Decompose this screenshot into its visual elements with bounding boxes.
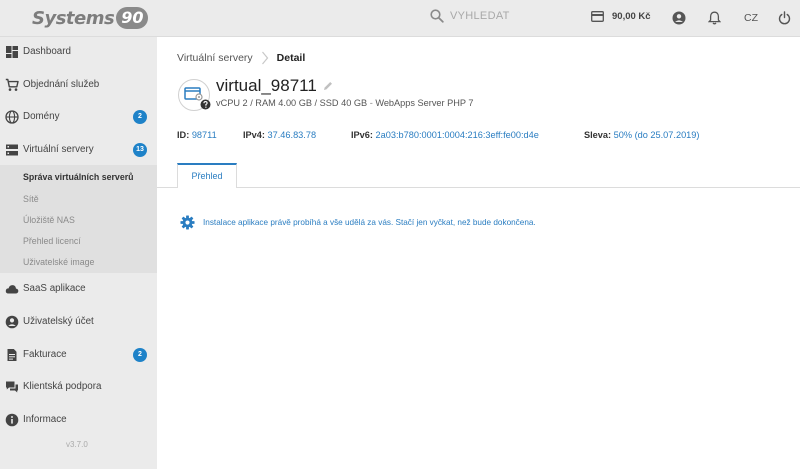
ipv6-value: 2a03:b780:0001:0004:216:3eff:fe00:d4e — [375, 130, 539, 140]
sidebar-item-information[interactable]: Informace — [0, 407, 157, 433]
notice-text: Instalace aplikace právě probíhá a vše u… — [203, 218, 536, 227]
server-icon — [6, 144, 18, 156]
ipv6-label: IPv6: — [351, 130, 373, 140]
globe-icon — [5, 110, 19, 124]
count-badge: 2 — [133, 110, 147, 124]
submenu-item-nas-storage[interactable]: Úložiště NAS — [23, 215, 75, 225]
id-label: ID: — [177, 130, 190, 140]
submenu-item-licenses[interactable]: Přehled licencí — [23, 236, 81, 246]
logo-text: Systems — [32, 7, 115, 29]
sidebar-item-label: Uživatelský účet — [23, 316, 94, 327]
sidebar-item-label: Dashboard — [23, 46, 71, 57]
gear-icon — [180, 215, 195, 230]
info-ipv6: IPv6: 2a03:b780:0001:0004:216:3eff:fe00:… — [351, 130, 539, 140]
server-name: virtual_98711 — [216, 76, 317, 95]
search-icon — [430, 9, 444, 23]
server-product: WebApps Server PHP 7 — [375, 98, 474, 108]
chevron-right-icon — [261, 51, 268, 65]
sidebar-item-virtual-servers[interactable]: Virtuální servery 13 — [0, 137, 157, 163]
app-version: v3.7.0 — [66, 440, 88, 449]
language-switch[interactable]: CZ — [744, 12, 758, 24]
account-icon[interactable] — [672, 11, 686, 25]
sidebar-item-label: Fakturace — [23, 349, 67, 360]
logo-number: 90 — [116, 7, 149, 29]
breadcrumb-link[interactable]: Virtuální servery — [177, 52, 253, 64]
server-specs-line: vCPU 2 / RAM 4.00 GB / SSD 40 GB - WebAp… — [216, 98, 474, 108]
sidebar-item-label: Klientská podpora — [23, 381, 102, 392]
invoice-icon — [7, 349, 17, 361]
edit-icon[interactable] — [323, 81, 333, 91]
info-id: ID: 98711 — [177, 130, 217, 140]
sidebar-item-billing[interactable]: Fakturace 2 — [0, 342, 157, 368]
sidebar: Dashboard Objednání služeb Domény 2 Virt… — [0, 37, 157, 469]
search-input[interactable]: VYHLEDAT — [450, 10, 510, 22]
count-badge: 13 — [133, 143, 147, 157]
sidebar-item-orders[interactable]: Objednání služeb — [0, 72, 157, 98]
server-title: virtual_98711 — [216, 76, 333, 96]
user-icon — [5, 315, 19, 329]
server-status-icon — [178, 79, 211, 111]
credit-button[interactable]: 90,00 Kč — [591, 11, 651, 22]
logo[interactable]: Systems 90 — [32, 6, 149, 30]
info-ipv4: IPv4: 37.46.83.78 — [243, 130, 316, 140]
discount-label: Sleva: — [584, 130, 612, 140]
breadcrumb-current: Detail — [276, 52, 306, 64]
sidebar-submenu: Správa virtuálních serverů Sítě Úložiště… — [0, 165, 157, 273]
ipv4-value: 37.46.83.78 — [267, 130, 317, 140]
sidebar-item-support[interactable]: Klientská podpora — [0, 374, 157, 400]
wallet-icon — [591, 11, 604, 22]
count-badge: 2 — [133, 348, 147, 362]
cart-icon — [5, 78, 19, 91]
install-notice: Instalace aplikace právě probíhá a vše u… — [180, 215, 536, 230]
info-discount: Sleva: 50% (do 25.07.2019) — [584, 130, 699, 140]
info-icon — [5, 413, 19, 427]
submenu-item-server-management[interactable]: Správa virtuálních serverů — [23, 172, 134, 182]
sidebar-item-label: Informace — [23, 414, 67, 425]
submenu-item-user-images[interactable]: Uživatelské image — [23, 257, 94, 267]
top-bar: Systems 90 VYHLEDAT 90,00 Kč CZ — [0, 0, 800, 37]
power-icon[interactable] — [778, 11, 791, 25]
tab-overview[interactable]: Přehled — [177, 163, 237, 188]
ipv4-label: IPv4: — [243, 130, 265, 140]
bell-icon[interactable] — [708, 11, 721, 25]
breadcrumb: Virtuální servery Detail — [177, 51, 305, 65]
search-box[interactable]: VYHLEDAT — [430, 9, 510, 23]
sidebar-item-label: Objednání služeb — [23, 79, 100, 90]
discount-value: 50% (do 25.07.2019) — [613, 130, 700, 140]
submenu-item-networks[interactable]: Sítě — [23, 194, 39, 204]
server-specs: vCPU 2 / RAM 4.00 GB / SSD 40 GB — [216, 98, 368, 108]
credit-amount: 90,00 Kč — [612, 11, 651, 22]
id-value: 98711 — [191, 130, 217, 140]
dashboard-icon — [6, 46, 18, 58]
sidebar-item-user-account[interactable]: Uživatelský účet — [0, 309, 157, 335]
cloud-icon — [5, 285, 19, 294]
chat-icon — [6, 381, 18, 393]
sidebar-item-dashboard[interactable]: Dashboard — [0, 39, 157, 65]
sidebar-item-label: Virtuální servery — [23, 144, 94, 155]
sidebar-item-saas[interactable]: SaaS aplikace — [0, 276, 157, 302]
sidebar-item-label: Domény — [23, 111, 60, 122]
tabs-divider — [157, 187, 800, 188]
help-icon — [200, 99, 211, 110]
sidebar-item-label: SaaS aplikace — [23, 283, 86, 294]
sidebar-item-domains[interactable]: Domény 2 — [0, 104, 157, 130]
